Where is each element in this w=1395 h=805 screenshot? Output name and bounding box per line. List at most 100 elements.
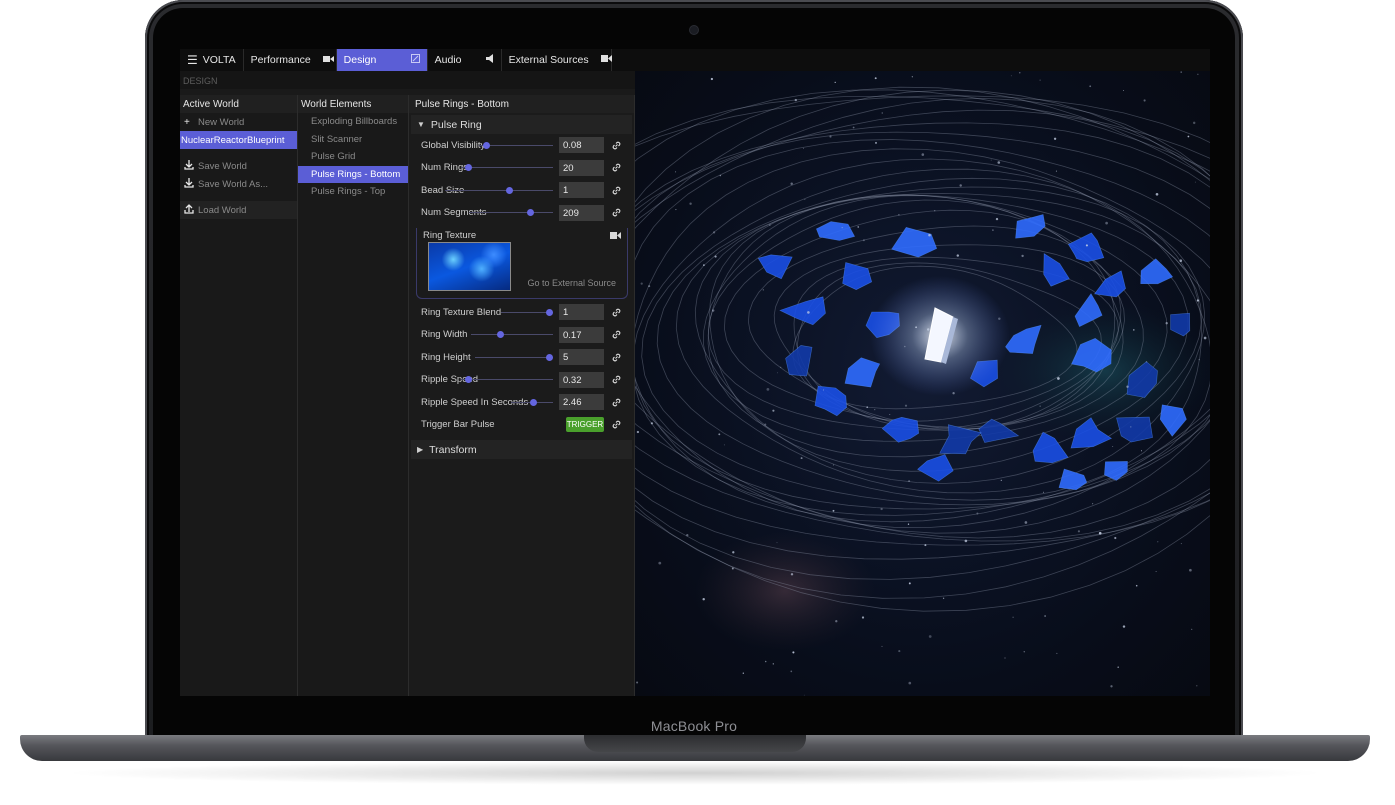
star-particle [921, 153, 925, 156]
link-icon[interactable] [612, 141, 621, 150]
ring-texture-thumbnail[interactable] [428, 242, 511, 291]
tab-performance[interactable]: Performance [244, 49, 337, 71]
element-item[interactable]: Pulse Grid [298, 148, 408, 166]
value-input[interactable]: 0.32 [559, 371, 604, 388]
value-input[interactable]: 5 [559, 349, 604, 366]
tab-design[interactable]: Design [336, 49, 428, 71]
star-particle [898, 214, 900, 216]
star-particle [874, 77, 877, 80]
crystal-shard [844, 357, 881, 388]
value-input[interactable]: 209 [559, 204, 604, 221]
crystal-shard [1032, 431, 1069, 464]
tab-label: External Sources [508, 54, 589, 66]
value-slider[interactable] [475, 353, 553, 361]
value-input[interactable]: 0.17 [559, 326, 604, 343]
element-item[interactable]: Pulse Rings - Top [298, 183, 408, 201]
hamburger-menu-icon[interactable]: ☰ [187, 53, 198, 67]
value-slider[interactable] [501, 308, 553, 316]
star-particle [710, 77, 714, 81]
star-particle [790, 573, 794, 576]
element-item-selected[interactable]: Pulse Rings - Bottom [298, 165, 408, 183]
link-icon[interactable] [612, 208, 621, 217]
slider-thumb[interactable] [497, 331, 504, 339]
star-particle [732, 551, 735, 554]
plus-icon: + [184, 116, 190, 128]
star-particle [731, 567, 734, 570]
star-particle [712, 309, 715, 312]
link-icon[interactable] [612, 186, 621, 195]
star-particle [924, 544, 927, 547]
slider-thumb[interactable] [527, 209, 534, 217]
star-particle [772, 409, 775, 412]
star-particle [1112, 446, 1114, 447]
tab-external-sources[interactable]: External Sources [502, 49, 612, 71]
current-world-item[interactable]: NuclearReactorBlueprint [180, 131, 297, 149]
link-icon[interactable] [612, 308, 621, 317]
upload-icon [184, 203, 198, 217]
star-particle [1198, 359, 1200, 361]
star-particle [908, 480, 911, 483]
save-world-as-button[interactable]: Save World As... [180, 175, 297, 193]
crystal-shard [891, 227, 938, 258]
new-world-button[interactable]: + New World [180, 113, 297, 131]
load-world-button[interactable]: Load World [180, 201, 297, 219]
panel-title: Pulse Rings - Bottom [409, 95, 634, 113]
star-particle [1123, 90, 1125, 91]
slider-thumb[interactable] [546, 308, 553, 316]
value-slider[interactable] [469, 209, 553, 217]
tab-label: Performance [250, 54, 311, 66]
value-input[interactable]: 1 [559, 304, 604, 321]
star-particle [862, 239, 865, 242]
value-input[interactable]: 2.46 [559, 394, 604, 411]
star-particle [689, 202, 692, 205]
value-slider[interactable] [511, 398, 553, 406]
tab-audio[interactable]: Audio [428, 49, 502, 71]
save-world-label: Save World [198, 160, 247, 172]
go-to-external-source-link[interactable]: Go to External Source [527, 278, 616, 288]
expand-triangle-icon: ▶ [417, 445, 424, 454]
value-slider[interactable] [471, 331, 553, 339]
slider-thumb[interactable] [483, 141, 490, 149]
prop-label: Ring Height [421, 351, 471, 363]
link-icon[interactable] [612, 375, 621, 384]
pulse-ring-section-header[interactable]: ▼ Pulse Ring [411, 115, 632, 134]
save-world-button[interactable]: Save World [180, 157, 297, 175]
value-input[interactable]: 0.08 [559, 137, 604, 154]
transform-section-header[interactable]: ▶ Transform [411, 440, 632, 459]
ring-texture-box: Ring Texture Go to External Source [416, 228, 628, 299]
link-icon[interactable] [612, 163, 621, 172]
slider-thumb[interactable] [465, 164, 472, 172]
star-particle [1133, 329, 1135, 331]
crystal-shard [1067, 232, 1105, 263]
link-icon[interactable] [612, 330, 621, 339]
crystal-shard [1159, 404, 1187, 437]
download-icon [184, 159, 198, 173]
slider-thumb[interactable] [530, 398, 537, 406]
value-input[interactable]: 20 [559, 159, 604, 176]
star-particle [823, 389, 824, 391]
star-particle [857, 226, 859, 228]
element-item[interactable]: Slit Scanner [298, 131, 408, 149]
trigger-button[interactable]: TRIGGER [566, 417, 604, 433]
element-item[interactable]: Exploding Billboards [298, 113, 408, 131]
value-slider[interactable] [445, 186, 553, 194]
value-slider[interactable] [479, 141, 553, 149]
link-icon[interactable] [612, 420, 621, 429]
value-slider[interactable] [461, 376, 553, 384]
star-particle [908, 582, 911, 585]
link-icon[interactable] [612, 353, 621, 362]
star-particle [1187, 135, 1190, 138]
value-slider[interactable] [461, 164, 553, 172]
star-particle [907, 523, 910, 525]
link-icon[interactable] [612, 398, 621, 407]
app-menu[interactable]: ☰ VOLTA [180, 49, 244, 71]
crystal-shard [842, 262, 873, 291]
slider-thumb[interactable] [506, 186, 513, 194]
star-particle [1085, 244, 1088, 247]
tab-label: Design [343, 54, 377, 66]
value-input[interactable]: 1 [559, 182, 604, 199]
crystal-shard [1104, 461, 1128, 481]
slider-thumb[interactable] [546, 353, 553, 361]
render-viewport[interactable] [635, 71, 1210, 696]
crystal-shard [757, 254, 793, 280]
